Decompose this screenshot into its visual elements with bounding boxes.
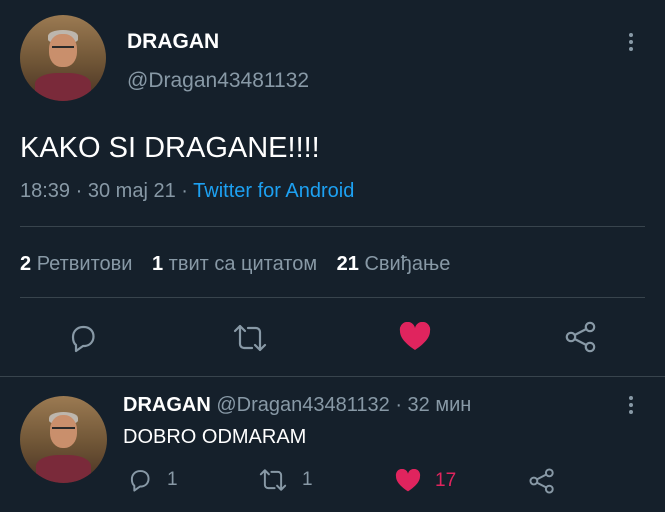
meta-separator: · bbox=[75, 180, 83, 202]
reply-age[interactable]: · 32 мин bbox=[395, 394, 471, 416]
retweets-count: 2 bbox=[20, 253, 32, 275]
reply-like-count: 17 bbox=[435, 470, 457, 491]
share-icon bbox=[565, 321, 596, 353]
quotes-stat[interactable]: 1 твит са цитатом bbox=[152, 253, 323, 275]
quotes-count: 1 bbox=[151, 253, 164, 275]
reply-button[interactable] bbox=[67, 322, 99, 354]
reply-more-icon[interactable] bbox=[629, 396, 633, 414]
retweets-stat[interactable]: 2 Ретвитови bbox=[20, 253, 138, 275]
reply-icon bbox=[130, 470, 150, 492]
share-button[interactable] bbox=[565, 321, 597, 353]
share-icon bbox=[529, 468, 554, 494]
divider bbox=[20, 297, 645, 298]
retweet-icon bbox=[259, 469, 287, 491]
retweet-button[interactable] bbox=[232, 322, 268, 354]
quotes-label: твит са цитатом bbox=[168, 253, 318, 275]
stats-row: 2 Ретвитови 1 твит са цитатом 21 Свиђање bbox=[20, 253, 450, 276]
meta-separator: · bbox=[181, 180, 188, 202]
like-icon bbox=[399, 322, 431, 350]
divider bbox=[20, 226, 645, 227]
reply-text: DOBRO ODMARAM bbox=[123, 426, 307, 448]
reply-retweet-count: 1 bbox=[302, 469, 313, 490]
retweet-icon bbox=[233, 324, 267, 352]
tweet-source[interactable]: Twitter for Android bbox=[193, 180, 354, 202]
reply-header: DRAGAN @Dragan43481132 · 32 мин bbox=[123, 394, 471, 417]
tweet-meta: 18:39 · 30 maj 21 · Twitter for Android bbox=[20, 180, 354, 203]
reply-retweet-button[interactable]: 1 bbox=[258, 467, 313, 493]
likes-label: Свиђање bbox=[364, 253, 451, 275]
user-handle[interactable]: @Dragan43481132 bbox=[127, 69, 309, 93]
tweet-text: KAKO SI DRAGANE!!!! bbox=[20, 132, 320, 164]
avatar[interactable] bbox=[20, 15, 106, 101]
divider bbox=[0, 376, 665, 377]
tweet-date[interactable]: 30 maj 21 bbox=[88, 180, 176, 202]
reply-share-button[interactable] bbox=[529, 468, 555, 494]
reply-display-name[interactable]: DRAGAN bbox=[123, 394, 211, 416]
like-button[interactable] bbox=[399, 322, 431, 352]
tweet-time[interactable]: 18:39 bbox=[20, 180, 70, 202]
reply-icon bbox=[71, 325, 95, 353]
reply-handle[interactable]: @Dragan43481132 bbox=[216, 394, 389, 416]
likes-count: 21 bbox=[336, 253, 359, 275]
display-name[interactable]: DRAGAN bbox=[127, 30, 219, 54]
reply-avatar[interactable] bbox=[20, 396, 107, 483]
reply-reply-button[interactable]: 1 bbox=[127, 467, 178, 493]
like-icon bbox=[395, 469, 421, 492]
more-icon[interactable] bbox=[629, 33, 633, 51]
reply-reply-count: 1 bbox=[167, 469, 178, 490]
reply-like-button[interactable]: 17 bbox=[395, 469, 456, 493]
retweets-label: Ретвитови bbox=[36, 253, 133, 275]
likes-stat[interactable]: 21 Свиђање bbox=[337, 253, 451, 275]
